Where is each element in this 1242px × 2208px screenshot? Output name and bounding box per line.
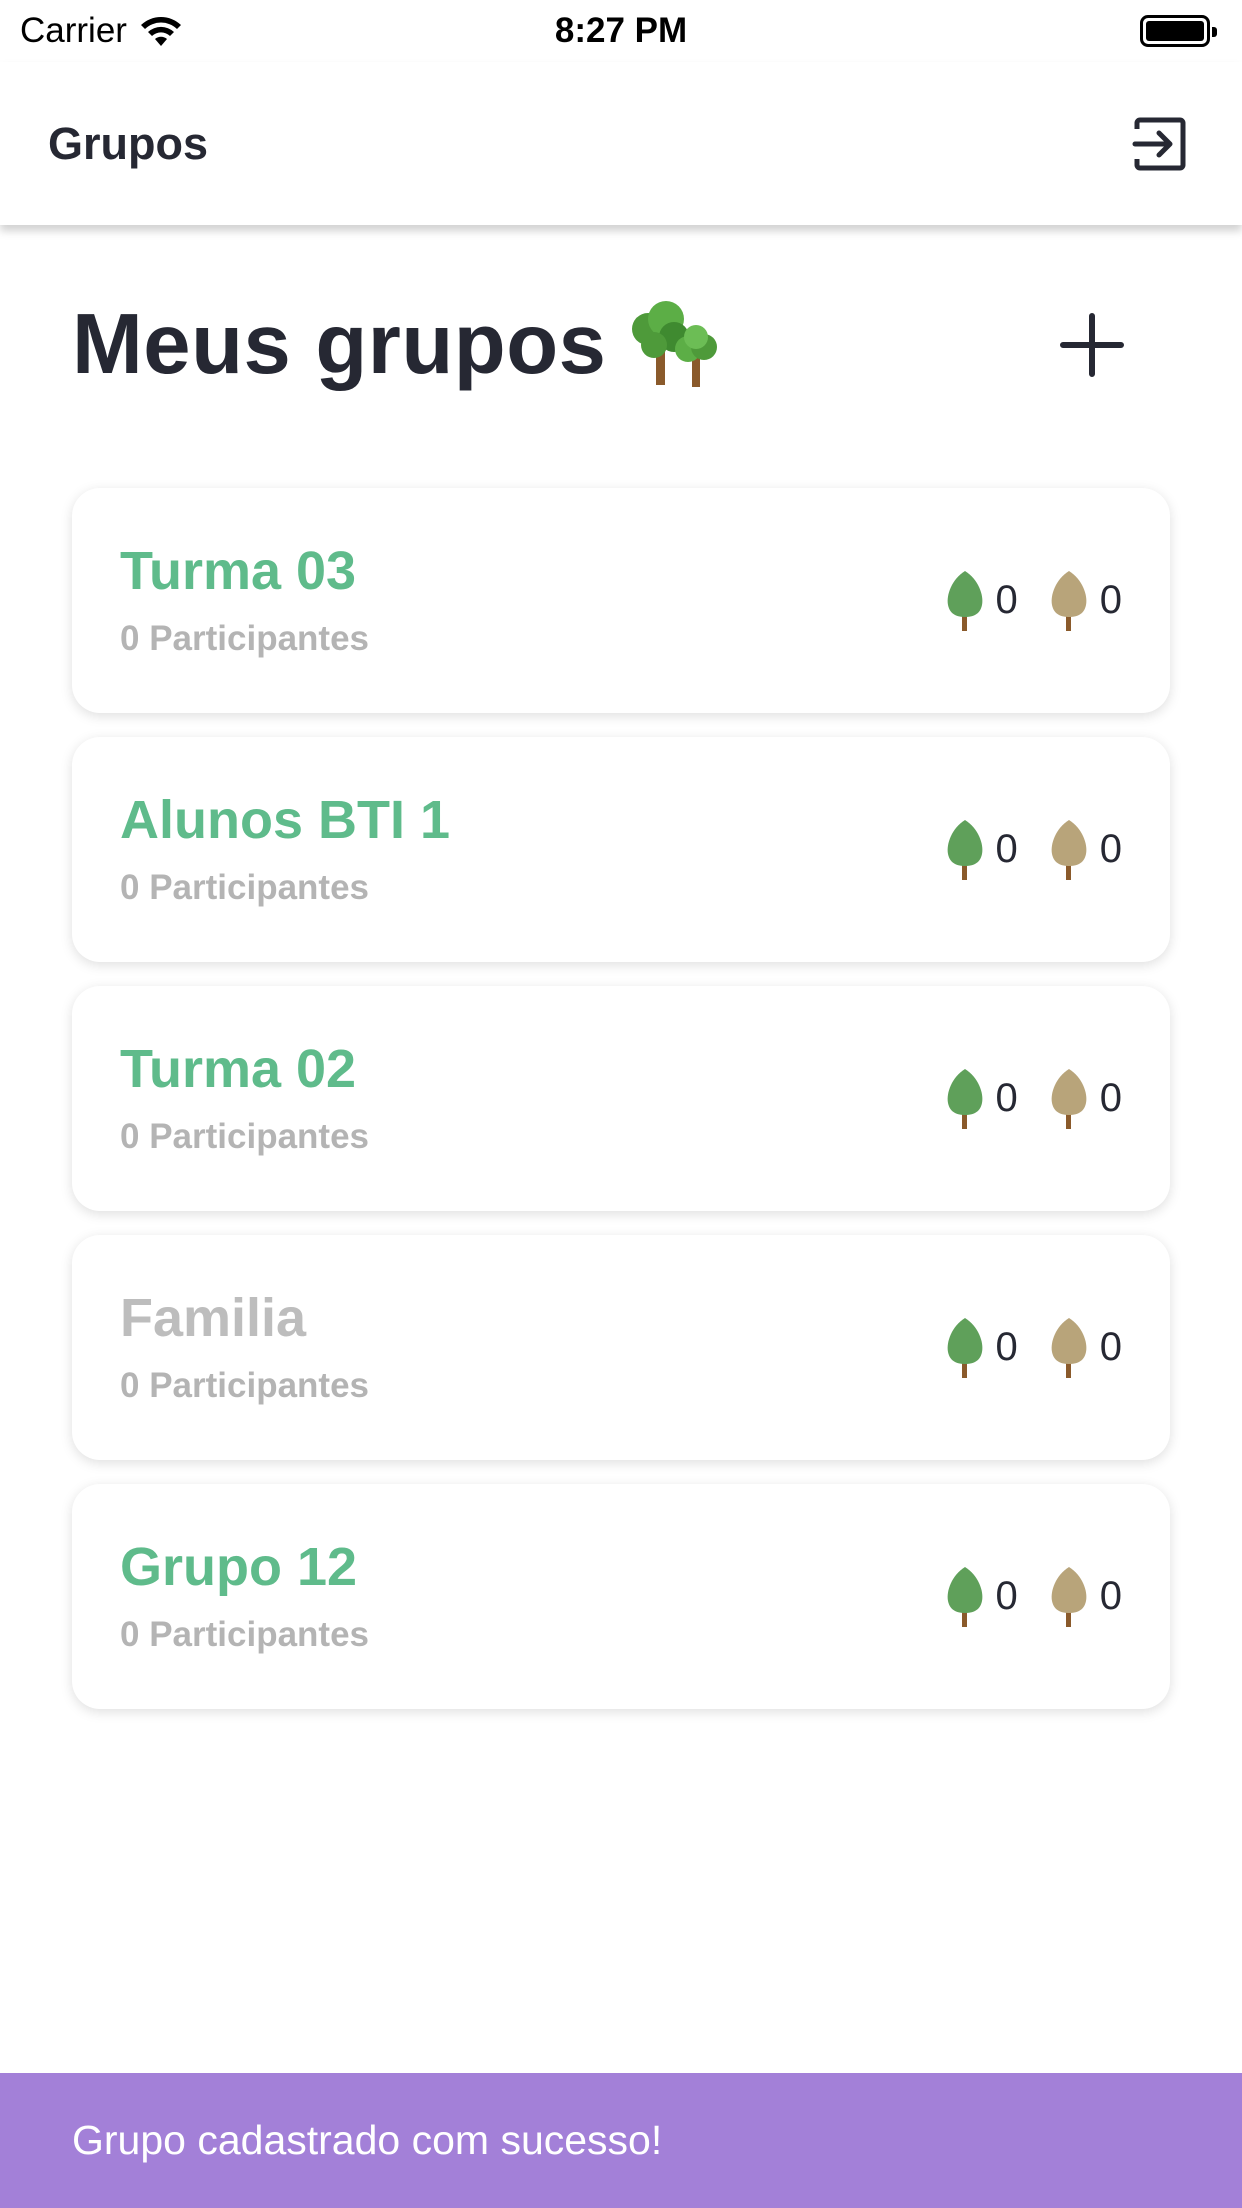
group-participants: 0 Participantes [120,1117,369,1157]
group-stats: 0 0 [944,1565,1122,1629]
group-card[interactable]: Alunos BTI 1 0 Participantes 0 0 [72,737,1170,962]
green-count: 0 [995,578,1018,622]
group-name: Turma 03 [120,540,357,601]
groups-screen: Carrier 8:27 PM Grupos Meus grupos Turma… [0,0,1242,2208]
green-count: 0 [995,1574,1018,1618]
brown-count: 0 [1099,1574,1122,1618]
green-tree-icon [947,819,982,880]
group-participants: 0 Participantes [120,619,369,659]
green-tree-icon [947,1068,982,1129]
status-bar: Carrier 8:27 PM [0,0,1242,62]
group-participants: 0 Participantes [120,868,369,908]
group-card[interactable]: Grupo 12 0 Participantes 0 0 [72,1484,1170,1709]
green-count: 0 [995,1325,1018,1369]
brown-tree-icon [1051,570,1087,631]
logout-icon [1132,117,1186,170]
group-name: Grupo 12 [120,1536,358,1597]
brown-count: 0 [1099,1325,1122,1369]
brown-count: 0 [1099,1076,1122,1120]
page-heading: Meus grupos [72,290,1132,400]
brown-tree-icon [1051,1068,1087,1129]
page-title: Meus grupos [72,297,607,392]
group-stats: 0 0 [944,1316,1122,1380]
group-list: Turma 03 0 Participantes 0 0 Alunos BTI … [72,488,1170,1733]
brown-count: 0 [1099,578,1122,622]
group-card[interactable]: Turma 03 0 Participantes 0 0 [72,488,1170,713]
group-name: Familia [120,1287,307,1348]
green-tree-stat: 0 [944,569,1018,633]
trees-emoji-icon [632,301,718,387]
plus-icon [1060,313,1124,377]
brown-tree-icon [1051,1566,1087,1627]
group-stats: 0 0 [944,1067,1122,1131]
group-card[interactable]: Familia 0 Participantes 0 0 [72,1235,1170,1460]
header-title: Grupos [48,117,209,169]
brown-tree-stat: 0 [1048,1565,1122,1629]
group-info: Grupo 12 0 Participantes [120,1536,369,1655]
green-tree-icon [947,570,982,631]
brown-count: 0 [1099,827,1122,871]
group-card[interactable]: Turma 02 0 Participantes 0 0 [72,986,1170,1211]
brown-tree-stat: 0 [1048,818,1122,882]
logout-button[interactable] [1130,114,1190,174]
status-time: 8:27 PM [554,11,688,50]
group-participants: 0 Participantes [120,1615,369,1655]
group-info: Familia 0 Participantes [120,1287,369,1406]
group-info: Turma 03 0 Participantes [120,540,369,659]
brown-tree-icon [1051,1317,1087,1378]
group-info: Turma 02 0 Participantes [120,1038,369,1157]
green-tree-stat: 0 [944,1316,1018,1380]
green-tree-stat: 0 [944,1565,1018,1629]
group-stats: 0 0 [944,569,1122,633]
page-title-wrap: Meus grupos [72,296,722,394]
green-tree-stat: 0 [944,1067,1018,1131]
green-tree-stat: 0 [944,818,1018,882]
green-count: 0 [995,1076,1018,1120]
brown-tree-icon [1051,819,1087,880]
green-tree-icon [947,1317,982,1378]
group-info: Alunos BTI 1 0 Participantes [120,789,451,908]
add-group-button[interactable] [1052,305,1132,385]
brown-tree-stat: 0 [1048,1067,1122,1131]
app-header: Grupos [0,62,1242,225]
brown-tree-stat: 0 [1048,1316,1122,1380]
group-name: Alunos BTI 1 [120,789,451,850]
group-participants: 0 Participantes [120,1366,369,1406]
green-count: 0 [995,827,1018,871]
group-stats: 0 0 [944,818,1122,882]
green-tree-icon [947,1566,982,1627]
group-name: Turma 02 [120,1038,357,1099]
battery-icon [1140,15,1217,47]
brown-tree-stat: 0 [1048,569,1122,633]
success-toast: Grupo cadastrado com sucesso! [0,2073,1242,2208]
toast-message: Grupo cadastrado com sucesso! [72,2117,663,2163]
